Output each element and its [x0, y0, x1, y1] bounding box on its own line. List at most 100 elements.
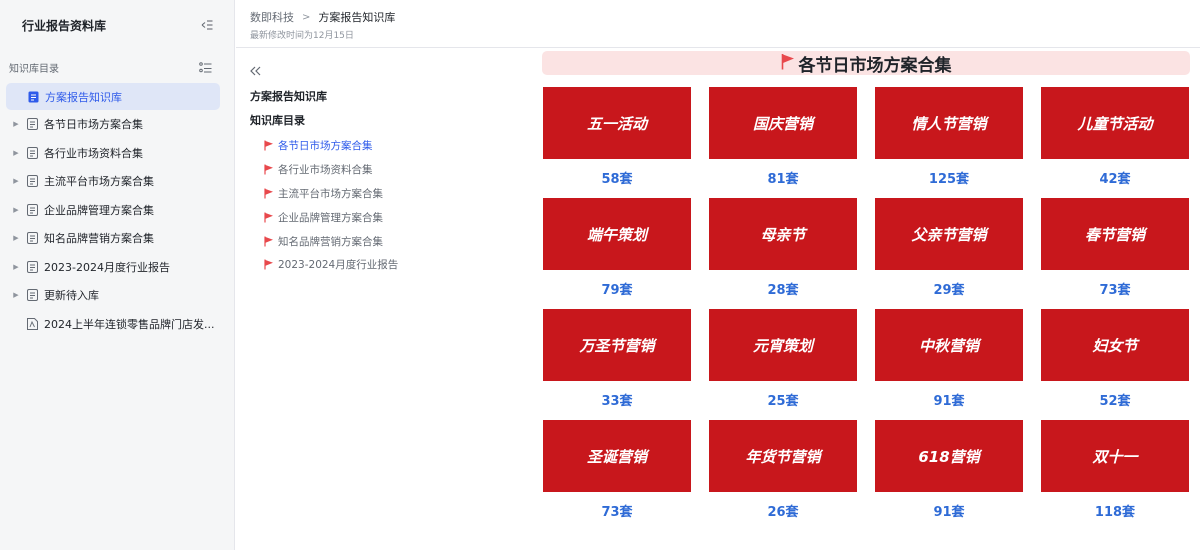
last-modified: 最新修改时间为12月15日 [250, 31, 354, 41]
outline-item-label: 知名品牌营销方案合集 [278, 235, 383, 248]
caret-right-icon[interactable]: ▶ [11, 149, 21, 157]
sidebar-item[interactable]: ▶ 更新待入库 [0, 281, 234, 310]
collapse-sidebar-icon[interactable] [200, 18, 214, 32]
festival-count[interactable]: 28套 [709, 279, 857, 298]
festival-count[interactable]: 125套 [875, 168, 1023, 187]
outline-subtitle[interactable]: 知识库目录 [250, 112, 520, 130]
festival-count[interactable]: 118套 [1041, 501, 1189, 520]
festival-card: 万圣节营销 33套 [543, 309, 691, 420]
sidebar-tree: 方案报告知识库 ▶ 各节日市场方案合集 ▶ 各行业市场资料合集 ▶ 主流平台市场方案合集 ▶ 企… [0, 83, 234, 338]
document-icon [27, 260, 38, 273]
festival-count[interactable]: 79套 [543, 279, 691, 298]
festival-card: 母亲节 28套 [709, 198, 857, 309]
chevron-right-icon: > [302, 11, 311, 23]
page-header: 数即科技 > 方案报告知识库 最新修改时间为12月15日 [236, 0, 1200, 48]
sidebar-item-label: 知名品牌营销方案合集 [44, 232, 154, 246]
festival-tile[interactable]: 妇女节 [1041, 309, 1189, 381]
sidebar-item[interactable]: ▶ 企业品牌管理方案合集 [0, 196, 234, 225]
sidebar-item[interactable]: ▶ 各节日市场方案合集 [0, 110, 234, 139]
sidebar-section: 知识库目录 [0, 55, 234, 79]
festival-tile[interactable]: 国庆营销 [709, 87, 857, 159]
document-icon [28, 91, 39, 103]
festival-count[interactable]: 91套 [875, 501, 1023, 520]
caret-right-icon[interactable]: ▶ [11, 291, 21, 299]
sidebar-header: 行业报告资料库 [0, 0, 234, 50]
festival-tile[interactable]: 儿童节活动 [1041, 87, 1189, 159]
sidebar-item-label: 2023-2024月度行业报告 [44, 260, 170, 274]
banner-title: 各节日市场方案合集 [798, 55, 952, 76]
festival-card: 元宵策划 25套 [709, 309, 857, 420]
festival-card: 年货节营销 26套 [709, 420, 857, 531]
festival-tile[interactable]: 父亲节营销 [875, 198, 1023, 270]
sidebar-item-label: 主流平台市场方案合集 [44, 175, 154, 189]
festival-tile[interactable]: 母亲节 [709, 198, 857, 270]
festival-card: 妇女节 52套 [1041, 309, 1189, 420]
festival-tile[interactable]: 618营销 [875, 420, 1023, 492]
sidebar-item[interactable]: ▶ 主流平台市场方案合集 [0, 167, 234, 196]
festival-count[interactable]: 73套 [1041, 279, 1189, 298]
caret-right-icon[interactable]: ▶ [11, 120, 21, 128]
sidebar-item[interactable]: ▶ 各行业市场资料合集 [0, 139, 234, 168]
festival-tile[interactable]: 元宵策划 [709, 309, 857, 381]
sidebar: 行业报告资料库 知识库目录 方案报告知识库 ▶ 各节日市场方案合集 ▶ 各行业市场资料合… [0, 0, 235, 550]
sidebar-item[interactable]: ▶ 2023-2024月度行业报告 [0, 253, 234, 282]
list-settings-icon[interactable] [199, 58, 212, 77]
sidebar-title: 行业报告资料库 [22, 18, 107, 33]
festival-tile[interactable]: 中秋营销 [875, 309, 1023, 381]
caret-right-icon[interactable]: ▶ [11, 177, 21, 185]
red-flag-icon [264, 236, 276, 247]
outline-item[interactable]: 各节日市场方案合集 [250, 134, 520, 158]
festival-card: 双十一 118套 [1041, 420, 1189, 531]
outline-item[interactable]: 各行业市场资料合集 [250, 158, 520, 182]
outline-item[interactable]: 2023-2024月度行业报告 [250, 253, 520, 277]
festival-tile[interactable]: 年货节营销 [709, 420, 857, 492]
festival-card: 端午策划 79套 [543, 198, 691, 309]
festival-count[interactable]: 52套 [1041, 390, 1189, 409]
caret-right-icon[interactable]: ▶ [11, 206, 21, 214]
breadcrumb-root[interactable]: 数即科技 [250, 9, 294, 25]
outline-item[interactable]: 知名品牌营销方案合集 [250, 229, 520, 253]
sidebar-item-label: 各节日市场方案合集 [44, 118, 143, 132]
outline-item-label: 主流平台市场方案合集 [278, 187, 383, 200]
festival-count[interactable]: 81套 [709, 168, 857, 187]
festival-tile[interactable]: 五一活动 [543, 87, 691, 159]
festival-tile[interactable]: 情人节营销 [875, 87, 1023, 159]
festival-tile[interactable]: 春节营销 [1041, 198, 1189, 270]
outline-item[interactable]: 主流平台市场方案合集 [250, 182, 520, 206]
caret-right-icon[interactable]: ▶ [11, 263, 21, 271]
sidebar-item-label: 更新待入库 [44, 289, 99, 303]
outline-item-label: 各行业市场资料合集 [278, 164, 373, 177]
festival-count[interactable]: 26套 [709, 501, 857, 520]
red-flag-icon [264, 188, 276, 199]
document-icon [27, 232, 38, 245]
festival-count[interactable]: 29套 [875, 279, 1023, 298]
festival-tile[interactable]: 双十一 [1041, 420, 1189, 492]
double-chevron-left-icon[interactable] [250, 62, 520, 80]
festival-card: 父亲节营销 29套 [875, 198, 1023, 309]
festival-tile[interactable]: 万圣节营销 [543, 309, 691, 381]
festival-tile[interactable]: 端午策划 [543, 198, 691, 270]
outline-item[interactable]: 企业品牌管理方案合集 [250, 205, 520, 229]
festival-count[interactable]: 58套 [543, 168, 691, 187]
document-icon [27, 118, 38, 131]
festival-tile[interactable]: 圣诞营销 [543, 420, 691, 492]
festival-card: 春节营销 73套 [1041, 198, 1189, 309]
festival-card: 618营销 91套 [875, 420, 1023, 531]
sidebar-item-label: 2024上半年连锁零售品牌门店发... [44, 317, 215, 331]
outline-title[interactable]: 方案报告知识库 [250, 88, 520, 106]
document-icon [27, 289, 38, 302]
sidebar-item-label: 各行业市场资料合集 [44, 146, 143, 160]
sidebar-item[interactable]: 2024上半年连锁零售品牌门店发... [0, 310, 234, 339]
sidebar-section-label: 知识库目录 [9, 63, 59, 75]
festival-count[interactable]: 33套 [543, 390, 691, 409]
festival-count[interactable]: 91套 [875, 390, 1023, 409]
festival-count[interactable]: 25套 [709, 390, 857, 409]
breadcrumb-current[interactable]: 方案报告知识库 [318, 9, 395, 25]
sidebar-item[interactable]: ▶ 知名品牌营销方案合集 [0, 224, 234, 253]
festival-count[interactable]: 42套 [1041, 168, 1189, 187]
festival-count[interactable]: 73套 [543, 501, 691, 520]
caret-right-icon[interactable]: ▶ [11, 234, 21, 242]
outline-item-label: 企业品牌管理方案合集 [278, 211, 383, 224]
document-outline: 方案报告知识库 知识库目录 各节日市场方案合集各行业市场资料合集 主流平台市场方案… [250, 62, 520, 277]
sidebar-item[interactable]: 方案报告知识库 [6, 83, 220, 110]
